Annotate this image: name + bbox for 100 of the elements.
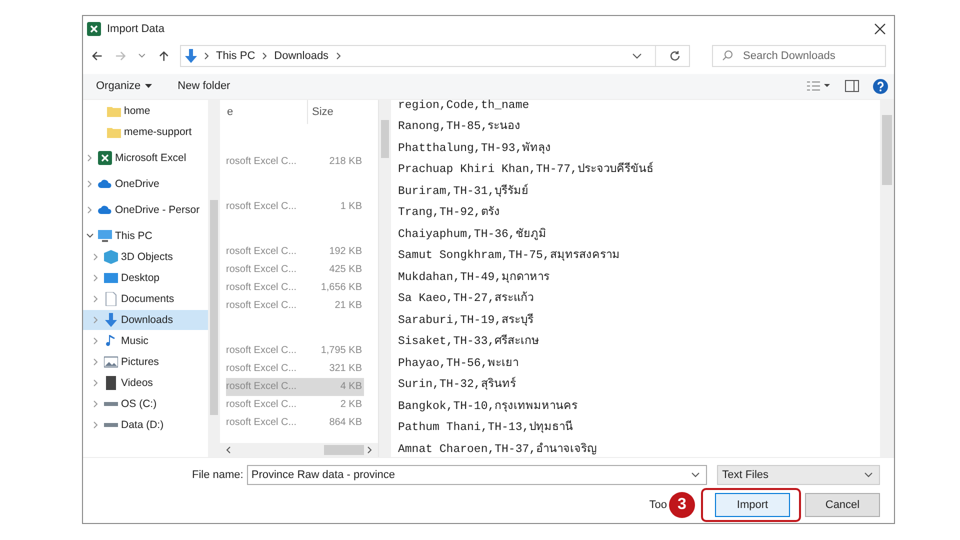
sidebar-item[interactable]: Desktop bbox=[83, 268, 208, 288]
file-name-label: File name: bbox=[192, 468, 244, 481]
sidebar-item[interactable]: This PC bbox=[83, 226, 208, 246]
cancel-button[interactable]: Cancel bbox=[805, 492, 880, 517]
music-icon bbox=[104, 334, 118, 348]
breadcrumb[interactable]: This PC bbox=[216, 50, 256, 62]
file-row[interactable]: rosoft Excel C... 21 KB bbox=[226, 296, 364, 315]
sidebar-item[interactable]: Downloads bbox=[83, 310, 208, 330]
scrollbar[interactable] bbox=[379, 100, 391, 457]
table-cell-text: 2 KB bbox=[340, 399, 363, 410]
caret-icon[interactable] bbox=[144, 84, 152, 88]
sidebar-item[interactable]: Videos bbox=[83, 372, 208, 393]
table-cell-text: 21 KB bbox=[334, 300, 363, 312]
file-name-field[interactable]: Province Raw data - province bbox=[247, 464, 708, 485]
help-icon[interactable] bbox=[873, 78, 888, 94]
sidebar-item[interactable]: 3D Objects bbox=[83, 246, 208, 267]
scrollbar[interactable] bbox=[220, 442, 378, 457]
column-header[interactable]: e bbox=[226, 100, 308, 124]
file-type-dropdown[interactable]: Text Files bbox=[717, 464, 880, 485]
preview-line: Chaiyaphum,TH-36,ชัยภูมิ bbox=[398, 228, 548, 243]
file-row[interactable]: rosoft Excel C... 1,656 KB bbox=[226, 278, 364, 297]
scrollbar[interactable] bbox=[880, 100, 894, 457]
file-row[interactable]: rosoft Excel C... 1 KB bbox=[226, 198, 364, 216]
table-cell-text: rosoft Excel C... bbox=[226, 282, 298, 294]
preview-line: Prachuap Khiri Khan,TH-77,ประจวบคีรีขันธ์ bbox=[398, 164, 654, 178]
organize-menu[interactable]: Organize bbox=[96, 80, 141, 92]
preview-line: Phatthalung,TH-93,พัทลุง bbox=[398, 142, 552, 157]
chevron-down-icon[interactable] bbox=[86, 232, 94, 240]
table-cell-text: 1,795 KB bbox=[320, 345, 363, 356]
file-row[interactable]: rosoft Excel C... 864 KB bbox=[226, 414, 364, 432]
sidebar-item[interactable]: Microsoft Excel bbox=[83, 148, 208, 168]
download-arrow-icon bbox=[185, 48, 198, 63]
sidebar-item[interactable]: Data (D:) bbox=[83, 414, 208, 435]
preview-line: Phayao,TH-56,พะเยา bbox=[398, 358, 520, 372]
table-cell-text: 864 KB bbox=[329, 417, 363, 428]
breadcrumb[interactable]: Downloads bbox=[274, 50, 329, 62]
file-row[interactable]: rosoft Excel C... 425 KB bbox=[226, 260, 364, 279]
chevron-down-icon[interactable] bbox=[138, 52, 146, 59]
table-cell-text: rosoft Excel C... bbox=[226, 345, 298, 356]
chevron-right-icon bbox=[262, 52, 268, 60]
file-row[interactable]: rosoft Excel C... 218 KB bbox=[226, 152, 364, 171]
table-cell-text: rosoft Excel C... bbox=[226, 300, 298, 312]
cube-icon bbox=[104, 250, 118, 264]
file-row[interactable]: rosoft Excel C... 1,795 KB bbox=[226, 342, 364, 360]
sidebar-item[interactable]: OneDrive bbox=[83, 174, 208, 194]
table-cell-text: rosoft Excel C... bbox=[226, 201, 298, 212]
chevron-right-icon[interactable] bbox=[336, 52, 341, 60]
sidebar-item[interactable]: Pictures bbox=[83, 352, 208, 372]
column-header[interactable]: Size bbox=[308, 106, 334, 118]
download-icon bbox=[104, 312, 118, 327]
preview-line: Sisaket,TH-33,ศรีสะเกษ bbox=[398, 336, 541, 350]
chevron-down-icon[interactable] bbox=[691, 472, 700, 478]
table-cell-text: rosoft Excel C... bbox=[226, 363, 298, 374]
desktop-icon bbox=[104, 270, 118, 285]
drive-icon bbox=[104, 400, 118, 407]
sidebar-item[interactable]: OS (C:) bbox=[83, 394, 208, 414]
back-arrow-icon[interactable] bbox=[91, 50, 103, 62]
refresh-icon[interactable] bbox=[669, 50, 682, 62]
window-title: Import Data bbox=[107, 23, 164, 36]
table-cell-text: 321 KB bbox=[329, 363, 363, 374]
view-options-icon[interactable] bbox=[807, 81, 831, 92]
tools-menu[interactable]: Too bbox=[649, 498, 667, 511]
excel-icon bbox=[87, 22, 101, 36]
new-folder-button[interactable]: New folder bbox=[178, 80, 230, 92]
table-cell-text: 218 KB bbox=[329, 156, 363, 168]
import-button[interactable]: Import bbox=[715, 492, 790, 517]
drive-icon bbox=[104, 422, 118, 428]
table-cell-text: rosoft Excel C... bbox=[226, 264, 298, 276]
scrollbar[interactable] bbox=[208, 100, 220, 457]
address-bar[interactable]: This PC Downloads bbox=[180, 44, 690, 67]
forward-arrow-icon[interactable] bbox=[114, 50, 126, 62]
scroll-left-icon[interactable] bbox=[226, 446, 231, 454]
table-cell-text: rosoft Excel C... bbox=[226, 417, 298, 428]
preview-pane-icon[interactable] bbox=[845, 80, 859, 92]
file-row[interactable]: rosoft Excel C... 321 KB bbox=[226, 360, 364, 378]
table-cell-text: 1 KB bbox=[340, 201, 363, 212]
close-icon[interactable] bbox=[874, 23, 886, 36]
up-arrow-icon[interactable] bbox=[158, 50, 170, 62]
file-row[interactable]: rosoft Excel C... 192 KB bbox=[226, 242, 364, 261]
excel-icon bbox=[98, 150, 112, 165]
sidebar-item[interactable]: Documents bbox=[83, 288, 208, 309]
file-row[interactable]: rosoft Excel C... 2 KB bbox=[226, 396, 364, 414]
chevron-down-icon[interactable] bbox=[632, 52, 642, 59]
preview-line: Ranong,TH-85,ระนอง bbox=[398, 121, 522, 136]
sidebar-item[interactable]: home bbox=[83, 100, 208, 121]
table-cell-text: 192 KB bbox=[329, 246, 363, 258]
sidebar-item[interactable]: Music bbox=[83, 330, 208, 351]
preview-line: Saraburi,TH-19,สระบุรี bbox=[398, 314, 535, 329]
preview-line: Bangkok,TH-10,กรุงเทพมหานคร bbox=[398, 400, 579, 415]
sidebar-item[interactable]: OneDrive - Persor bbox=[83, 200, 208, 220]
chevron-down-icon[interactable] bbox=[864, 472, 873, 478]
preview-line: Sa Kaeo,TH-27,สระแก้ว bbox=[398, 293, 535, 308]
preview-line: Pathum Thani,TH-13,ปทุมธานี bbox=[398, 422, 574, 436]
scroll-right-icon[interactable] bbox=[367, 446, 372, 454]
preview-line: Trang,TH-92,ตรัง bbox=[398, 207, 501, 222]
sidebar-item[interactable]: meme-support bbox=[83, 122, 208, 142]
table-cell-text: 425 KB bbox=[329, 264, 363, 276]
preview-line: Surin,TH-32,สุรินทร์ bbox=[398, 379, 517, 394]
search-field[interactable]: Search Downloads bbox=[712, 44, 886, 67]
preview-line: Samut Songkhram,TH-75,สมุทรสงคราม bbox=[398, 250, 621, 264]
